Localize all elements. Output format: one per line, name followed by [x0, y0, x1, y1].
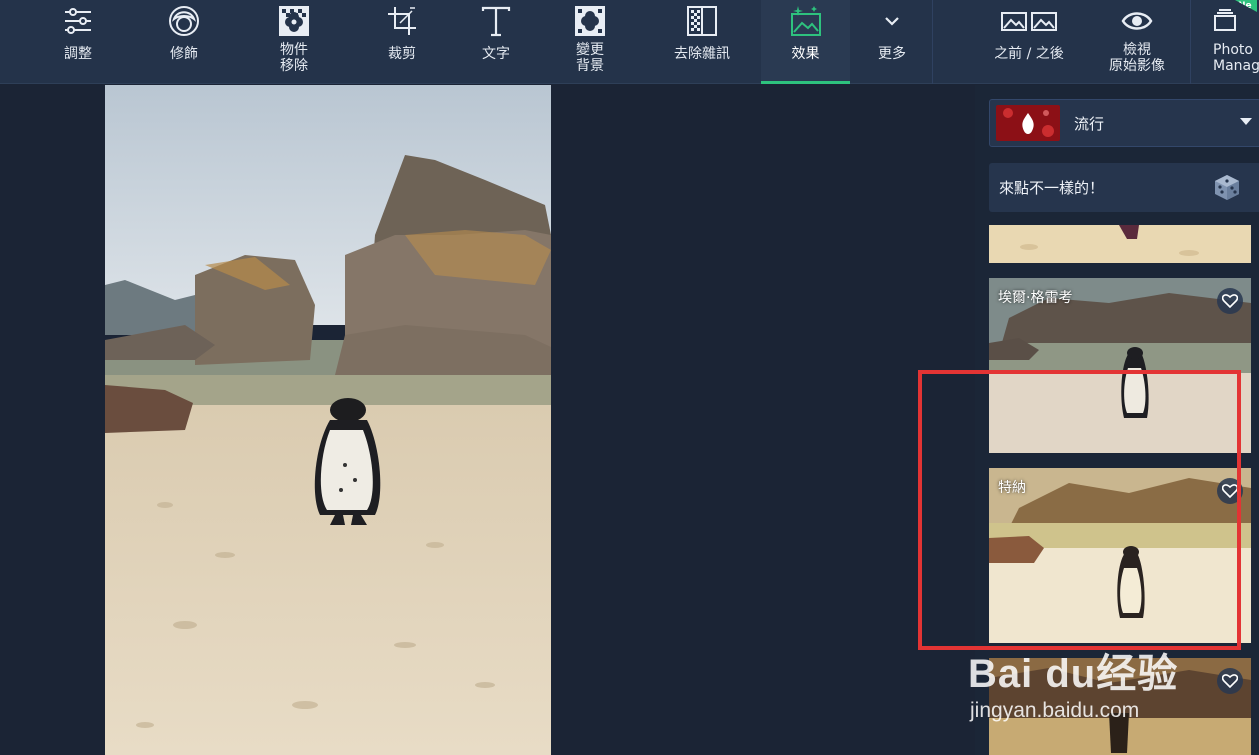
- tool-label: 變更 背景: [576, 42, 604, 74]
- tool-effects[interactable]: 效果: [761, 0, 850, 84]
- effects-icon: [789, 4, 823, 38]
- effect-card-el-greco[interactable]: 埃爾·格雷考: [989, 278, 1251, 453]
- tool-label: 效果: [791, 46, 820, 62]
- tool-view-original[interactable]: 檢視 原始影像: [1097, 0, 1177, 84]
- effect-card-turner[interactable]: 特納: [989, 468, 1251, 643]
- edited-photo[interactable]: [105, 85, 551, 755]
- toolbar-divider: [1190, 0, 1191, 84]
- tool-label: 物件 移除: [280, 42, 308, 74]
- tool-label: 調整: [64, 46, 92, 62]
- tool-label: 文字: [482, 46, 510, 62]
- change-background-icon: [573, 4, 607, 38]
- heart-icon[interactable]: [1217, 478, 1243, 504]
- tool-label: 裁剪: [388, 46, 416, 62]
- tool-photo-manager[interactable]: Photo Manage Ne: [1196, 0, 1259, 84]
- crop-icon: [385, 4, 419, 38]
- random-effect-label: 來點不一樣的！: [999, 179, 1105, 197]
- effect-card[interactable]: [989, 658, 1251, 755]
- tool-label: 去除雜訊: [674, 46, 730, 62]
- effect-name: 埃爾·格雷考: [998, 290, 1073, 306]
- heart-icon[interactable]: [1217, 668, 1243, 694]
- tool-text[interactable]: 文字: [456, 0, 536, 84]
- tool-label: 修飾: [170, 46, 198, 62]
- before-after-icon: [999, 4, 1059, 38]
- canvas-area: [0, 85, 975, 755]
- main-toolbar: 調整 修飾 物件 移除 裁剪 文字 變更 背景 去除雜訊 效果 更多 之前 / …: [0, 0, 1259, 84]
- effects-list: 埃爾·格雷考 特納: [989, 225, 1251, 755]
- effect-name: 特納: [998, 480, 1026, 496]
- tool-retouch[interactable]: 修飾: [144, 0, 224, 84]
- chevron-down-icon: [875, 4, 909, 38]
- tool-object-removal[interactable]: 物件 移除: [254, 0, 334, 84]
- effect-category-dropdown[interactable]: 流行: [989, 99, 1259, 147]
- random-effect-button[interactable]: 來點不一樣的！: [989, 163, 1259, 212]
- eye-icon: [1120, 4, 1154, 38]
- tool-label: 之前 / 之後: [994, 46, 1064, 62]
- effects-panel: 流行 來點不一樣的！ 埃爾·格雷考 特納: [975, 85, 1259, 755]
- face-retouch-icon: [167, 4, 201, 38]
- tool-crop[interactable]: 裁剪: [362, 0, 442, 84]
- tool-change-background[interactable]: 變更 背景: [550, 0, 630, 84]
- effect-card[interactable]: [989, 225, 1251, 263]
- category-label: 流行: [1074, 114, 1105, 133]
- tool-label: 檢視 原始影像: [1109, 42, 1165, 74]
- tool-before-after[interactable]: 之前 / 之後: [978, 0, 1080, 84]
- tool-label: Photo Manage: [1213, 42, 1259, 74]
- category-thumbnail: [996, 105, 1060, 141]
- dropdown-arrow-icon: [1240, 118, 1252, 125]
- tool-denoise[interactable]: 去除雜訊: [656, 0, 748, 84]
- heart-icon[interactable]: [1217, 288, 1243, 314]
- text-icon: [479, 4, 513, 38]
- photo-manager-icon: [1208, 4, 1242, 38]
- tool-adjust[interactable]: 調整: [38, 0, 118, 84]
- tool-more[interactable]: 更多: [852, 0, 932, 84]
- sliders-icon: [61, 4, 95, 38]
- dice-icon: [1213, 173, 1241, 205]
- tool-label: 更多: [878, 46, 906, 62]
- denoise-icon: [685, 4, 719, 38]
- toolbar-divider: [932, 0, 933, 84]
- object-removal-icon: [277, 4, 311, 38]
